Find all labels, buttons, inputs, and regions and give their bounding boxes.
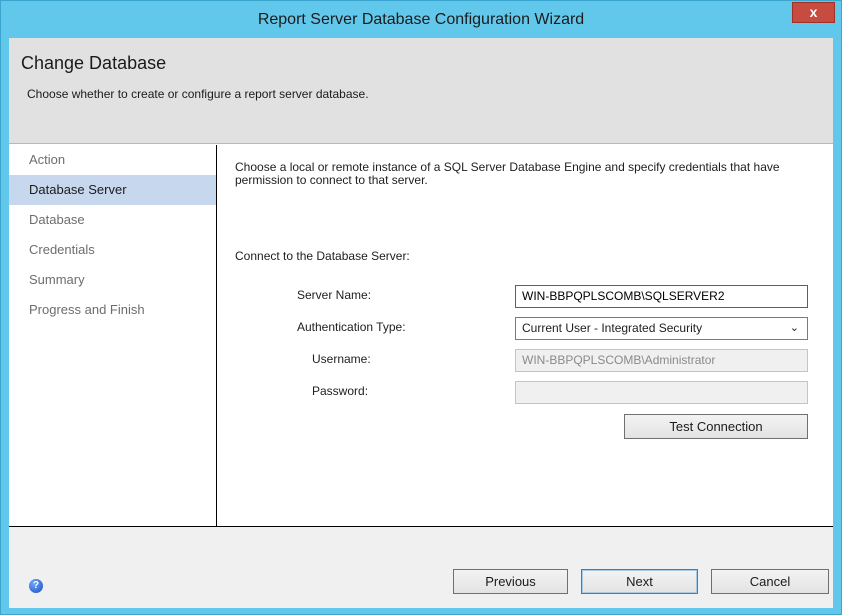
password-label: Password: (312, 384, 369, 398)
username-input: WIN-BBPQPLSCOMB\Administrator (515, 349, 808, 372)
page-subtitle: Choose whether to create or configure a … (27, 87, 369, 101)
nav-item-credentials[interactable]: Credentials (9, 235, 216, 265)
wizard-footer: ? Previous Next Cancel (9, 527, 833, 608)
wizard-steps-nav: Action Database Server Database Credenti… (9, 145, 217, 526)
server-name-input[interactable]: WIN-BBPQPLSCOMB\SQLSERVER2 (515, 285, 808, 308)
step-description: Choose a local or remote instance of a S… (235, 160, 780, 187)
wizard-window: Report Server Database Configuration Wiz… (0, 0, 842, 615)
auth-type-value: Current User - Integrated Security (522, 321, 703, 335)
auth-type-label: Authentication Type: (297, 320, 406, 334)
previous-button[interactable]: Previous (453, 569, 568, 594)
page-title: Change Database (21, 53, 167, 73)
window-title: Report Server Database Configuration Wiz… (257, 11, 585, 28)
nav-item-summary[interactable]: Summary (9, 265, 216, 295)
close-icon: x (809, 4, 818, 20)
password-input (515, 381, 808, 404)
nav-item-action[interactable]: Action (9, 145, 216, 175)
close-button[interactable]: x (792, 2, 835, 23)
server-name-label: Server Name: (297, 288, 372, 302)
nav-item-database-server[interactable]: Database Server (9, 175, 216, 205)
nav-item-progress-and-finish[interactable]: Progress and Finish (9, 295, 216, 325)
title-bar[interactable]: Report Server Database Configuration Wiz… (1, 1, 841, 38)
section-label: Connect to the Database Server: (235, 249, 410, 263)
cancel-button[interactable]: Cancel (711, 569, 829, 594)
nav-item-database[interactable]: Database (9, 205, 216, 235)
help-icon[interactable]: ? (29, 579, 43, 593)
username-label: Username: (312, 352, 371, 366)
test-connection-button[interactable]: Test Connection (624, 414, 808, 439)
auth-type-select[interactable]: Current User - Integrated Security ⌄ (515, 317, 808, 340)
step-content: Choose a local or remote instance of a S… (218, 145, 833, 526)
wizard-client-area: Change Database Choose whether to create… (9, 38, 833, 608)
next-button[interactable]: Next (581, 569, 698, 594)
wizard-header: Change Database Choose whether to create… (9, 38, 833, 144)
chevron-down-icon: ⌄ (789, 322, 799, 334)
